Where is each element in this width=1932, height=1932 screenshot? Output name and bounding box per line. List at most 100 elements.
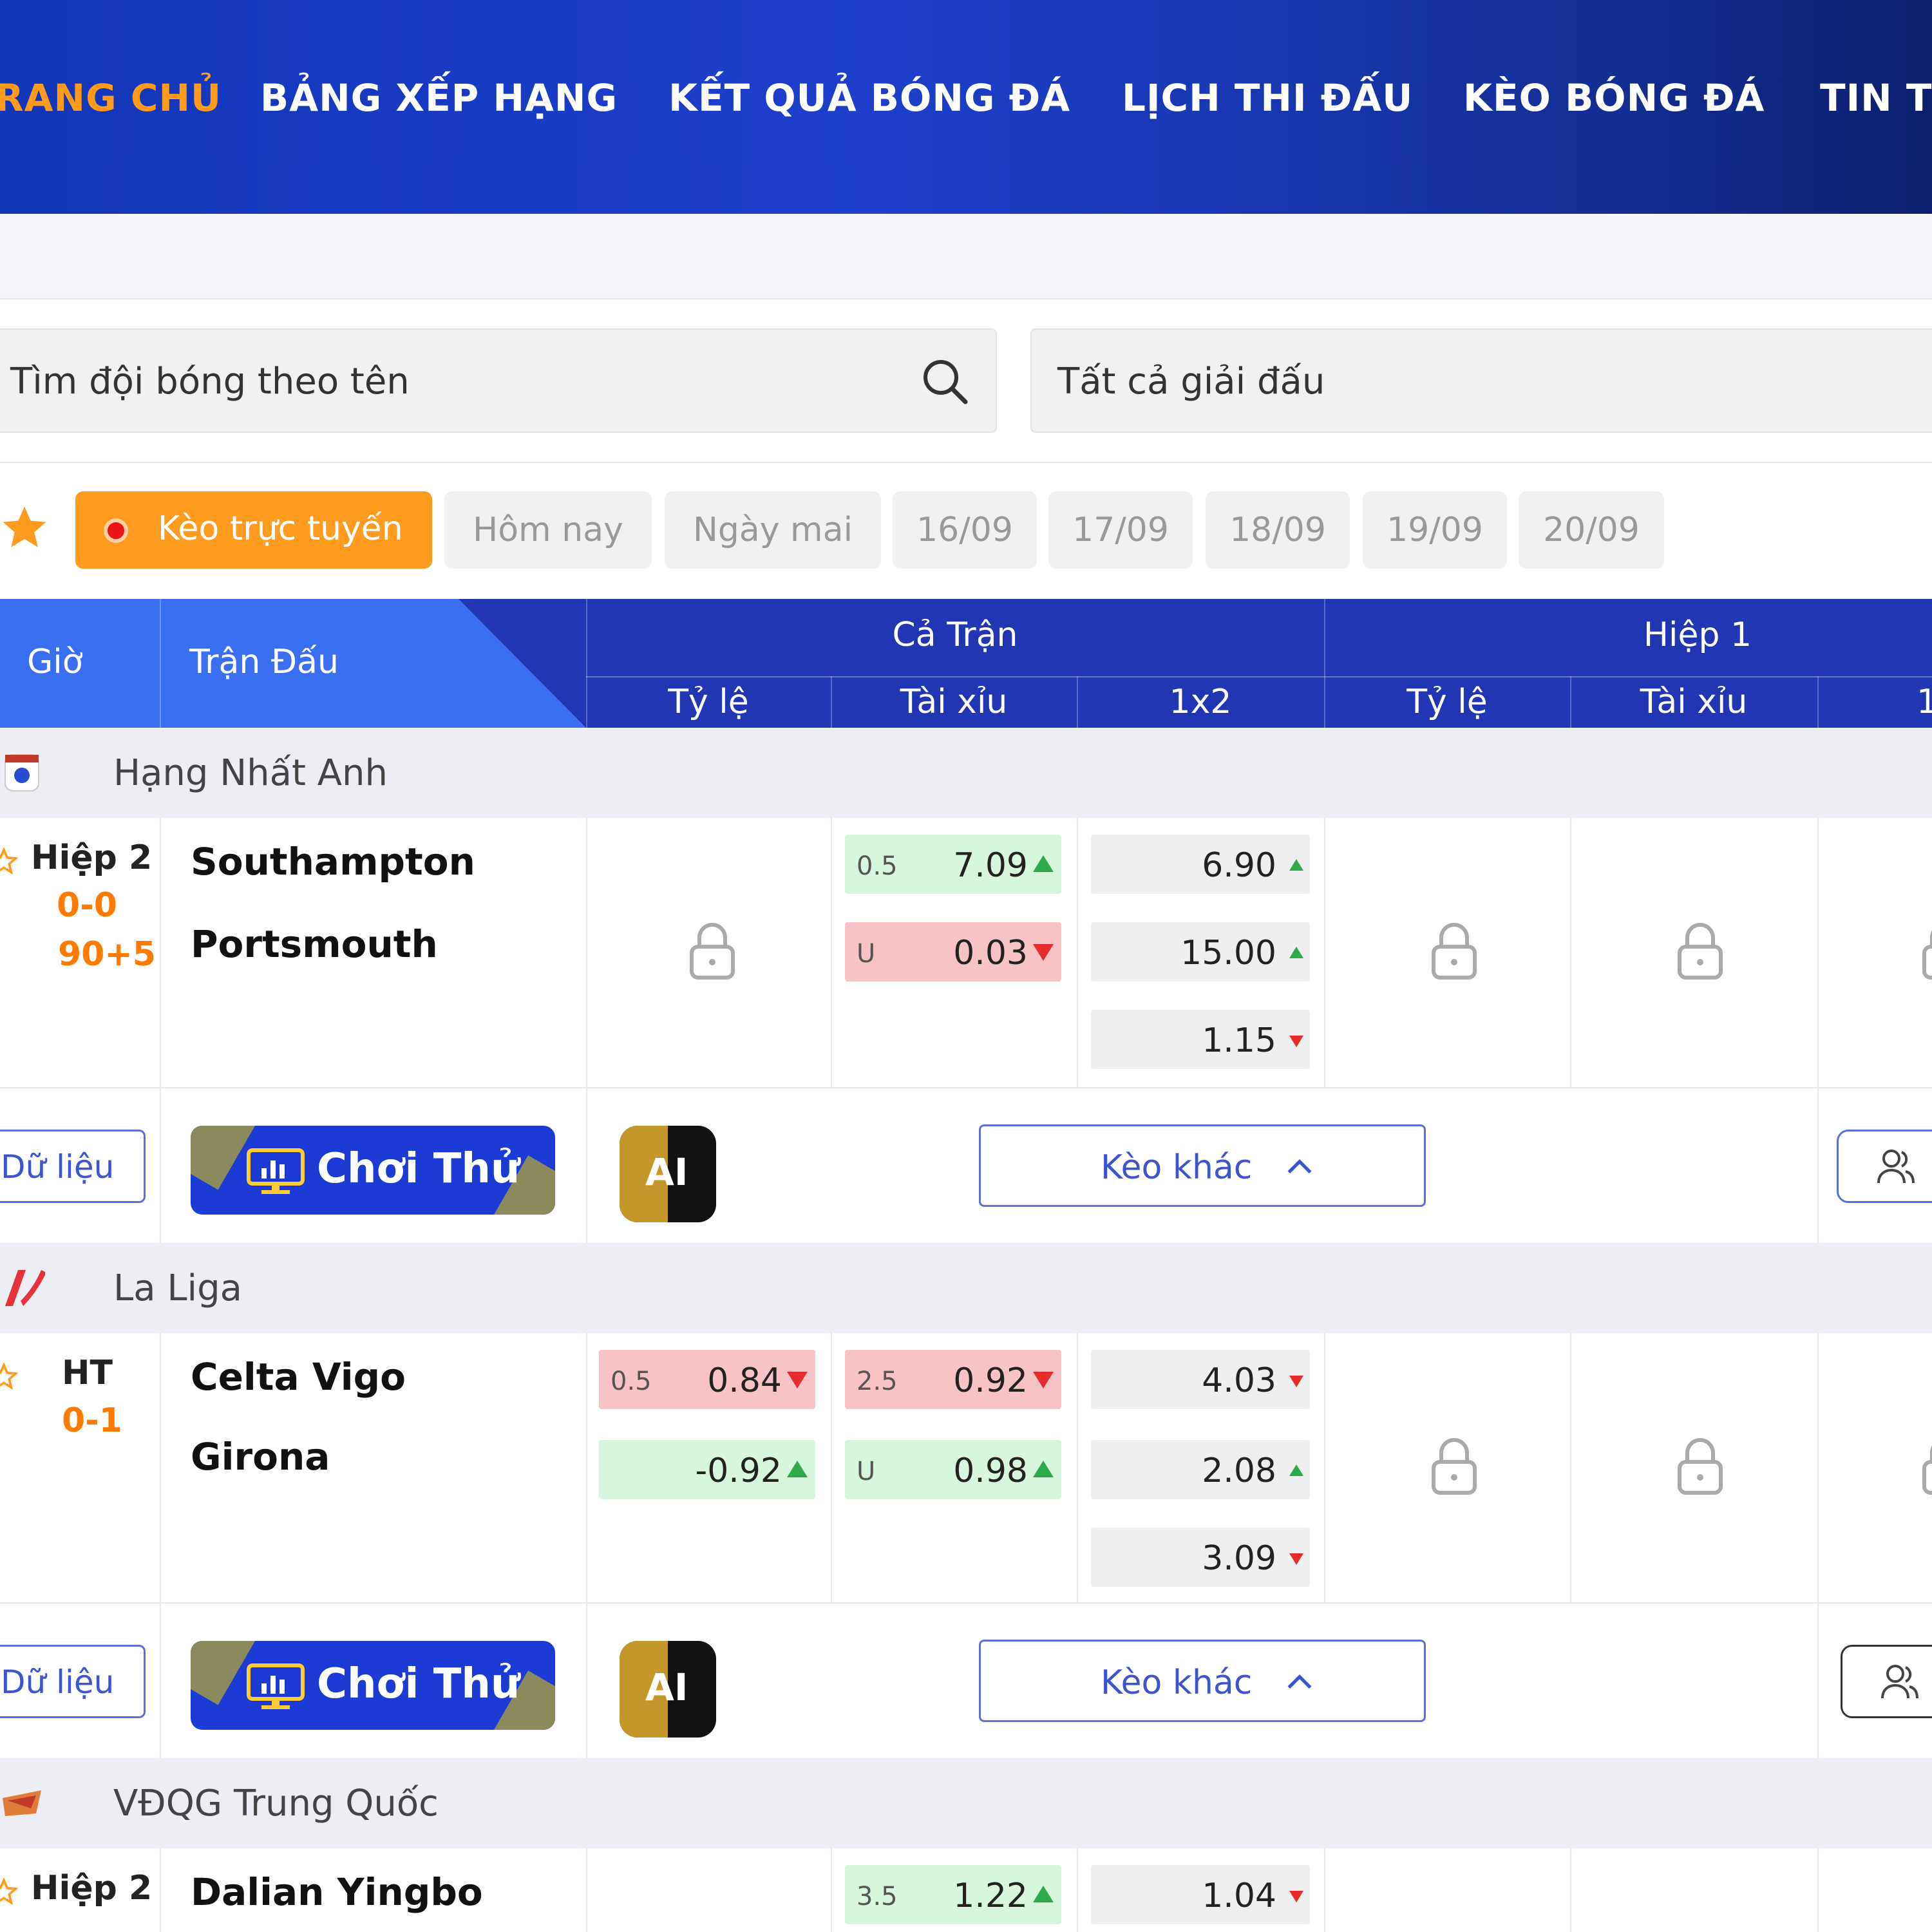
tab-date[interactable]: 20/09 [1519, 491, 1664, 569]
odds-cell[interactable]: 4.03 [1091, 1350, 1310, 1409]
odds-up-icon [1033, 1886, 1054, 1902]
ai-assistant-icon[interactable]: AI [620, 1126, 716, 1222]
chevron-up-icon [1287, 1159, 1312, 1174]
column-separator [160, 1848, 161, 1932]
ai-assistant-icon[interactable]: AI [620, 1641, 716, 1738]
column-separator [1324, 1848, 1325, 1932]
tab-date[interactable]: 17/09 [1048, 491, 1193, 569]
search-placeholder: Tìm đội bóng theo tên [10, 361, 410, 402]
odds-cell[interactable]: 0.5 7.09 [845, 835, 1061, 894]
nav-home[interactable]: RANG CHỦ [0, 76, 222, 120]
tab-date[interactable]: 19/09 [1363, 491, 1507, 569]
odds-value: 6.90 [1202, 846, 1276, 885]
league-filter-select[interactable]: Tất cả giải đấu [1030, 328, 1932, 433]
odds-cell[interactable]: 6.90 [1091, 835, 1310, 894]
nav-schedule[interactable]: LỊCH THI ĐẤU [1122, 76, 1413, 120]
odds-cell[interactable]: 2.5 0.92 [845, 1350, 1061, 1409]
monitor-chart-icon [247, 1148, 305, 1194]
header-match: Trận Đấu [189, 643, 339, 681]
home-team[interactable]: Southampton [191, 840, 475, 884]
match-status: Hiệp 2 [31, 1869, 153, 1908]
odds-value: 0.92 [953, 1361, 1028, 1400]
header-handicap: Tỷ lệ [668, 683, 749, 721]
data-button[interactable]: Dữ liệu [0, 1130, 146, 1203]
column-separator [831, 1333, 832, 1604]
team-search-input[interactable]: Tìm đội bóng theo tên [0, 328, 997, 433]
odds-down-icon [1033, 1372, 1054, 1388]
column-separator [160, 1333, 161, 1604]
odds-cell[interactable]: 2.08 [1091, 1440, 1310, 1499]
odds-down-icon [1289, 1376, 1303, 1387]
monitor-chart-icon [247, 1663, 305, 1709]
home-team[interactable]: Celta Vigo [191, 1355, 406, 1399]
odds-line: 0.5 [611, 1367, 652, 1396]
league-logo-icon [3, 1790, 41, 1816]
odds-cell[interactable]: 3.09 [1091, 1528, 1310, 1587]
search-icon[interactable] [919, 355, 971, 407]
other-odds-button[interactable]: Kèo khác [979, 1640, 1426, 1722]
users-button[interactable] [1841, 1645, 1932, 1718]
league-name: VĐQG Trung Quốc [113, 1783, 439, 1824]
lock-icon [1922, 1445, 1932, 1495]
divider [0, 462, 1932, 463]
favorite-star-icon[interactable] [0, 848, 18, 876]
column-separator [160, 1604, 161, 1758]
nav-standings[interactable]: BẢNG XẾP HẠNG [260, 76, 618, 120]
league-header[interactable]: La Liga [0, 1243, 1932, 1333]
other-odds-button[interactable]: Kèo khác [979, 1124, 1426, 1207]
users-icon [1881, 1665, 1918, 1699]
users-button[interactable] [1837, 1130, 1932, 1203]
odds-cell[interactable]: -0.92 [599, 1440, 815, 1499]
away-team[interactable]: Portsmouth [191, 922, 438, 966]
nav-odds[interactable]: KÈO BÓNG ĐÁ [1463, 76, 1765, 120]
nav-news[interactable]: TIN TỨ [1820, 76, 1932, 120]
away-team[interactable]: Girona [191, 1435, 330, 1479]
lock-icon [690, 923, 735, 980]
live-odds-tab[interactable]: Kèo trực tuyến [75, 491, 432, 569]
odds-cell[interactable]: 3.5 1.22 [845, 1865, 1061, 1924]
league-logo-icon [5, 754, 39, 791]
tab-date[interactable]: 16/09 [893, 491, 1037, 569]
column-separator [586, 1848, 587, 1932]
league-logo-icon [5, 1270, 45, 1306]
odds-cell[interactable]: 1.15 [1091, 1010, 1310, 1069]
data-button[interactable]: Dữ liệu [0, 1645, 146, 1718]
header-1x2-h1: 1 [1917, 683, 1932, 721]
try-play-button[interactable]: Chơi Thử [191, 1126, 555, 1215]
odds-down-icon [1289, 1036, 1303, 1047]
odds-up-icon [1033, 855, 1054, 872]
header-full-match: Cả Trận [892, 616, 1018, 654]
league-header[interactable]: Hạng Nhất Anh [0, 728, 1932, 818]
league-name: La Liga [113, 1267, 242, 1309]
odds-cell[interactable]: 15.00 [1091, 922, 1310, 981]
header-first-half: Hiệp 1 [1643, 616, 1752, 654]
favorite-star-icon[interactable] [0, 1363, 18, 1391]
odds-cell[interactable]: U 0.03 [845, 922, 1061, 981]
tab-date[interactable]: 18/09 [1206, 491, 1350, 569]
home-team[interactable]: Dalian Yingbo [191, 1870, 483, 1914]
odds-up-icon [1033, 1461, 1054, 1477]
odds-value: 15.00 [1180, 934, 1276, 972]
header-separator [1817, 676, 1819, 728]
odds-line: 3.5 [857, 1882, 898, 1911]
favorite-star-icon[interactable] [0, 1878, 18, 1906]
top-navigation: RANG CHỦ BẢNG XẾP HẠNG KẾT QUẢ BÓNG ĐÁ L… [0, 0, 1932, 214]
column-separator [586, 1333, 587, 1604]
nav-results[interactable]: KẾT QUẢ BÓNG ĐÁ [668, 76, 1070, 120]
tab-today[interactable]: Hôm nay [444, 491, 652, 569]
odds-cell[interactable]: 0.5 0.84 [599, 1350, 815, 1409]
favorite-star-icon[interactable] [0, 502, 50, 554]
league-header[interactable]: VĐQG Trung Quốc [0, 1758, 1932, 1848]
match-actions: Dữ liệu Chơi Thử AI Kèo khác [0, 1088, 1932, 1243]
header-1x2: 1x2 [1169, 683, 1232, 721]
odds-down-icon [1033, 944, 1054, 961]
try-play-button[interactable]: Chơi Thử [191, 1641, 555, 1730]
column-separator [1570, 1333, 1571, 1604]
odds-cell[interactable]: 1.04 [1091, 1865, 1310, 1924]
tab-tomorrow[interactable]: Ngày mai [665, 491, 881, 569]
live-odds-label: Kèo trực tuyến [158, 509, 403, 548]
odds-down-icon [1289, 1891, 1303, 1902]
ai-label: AI [645, 1150, 688, 1194]
chevron-up-icon [1287, 1674, 1312, 1689]
odds-cell[interactable]: U 0.98 [845, 1440, 1061, 1499]
